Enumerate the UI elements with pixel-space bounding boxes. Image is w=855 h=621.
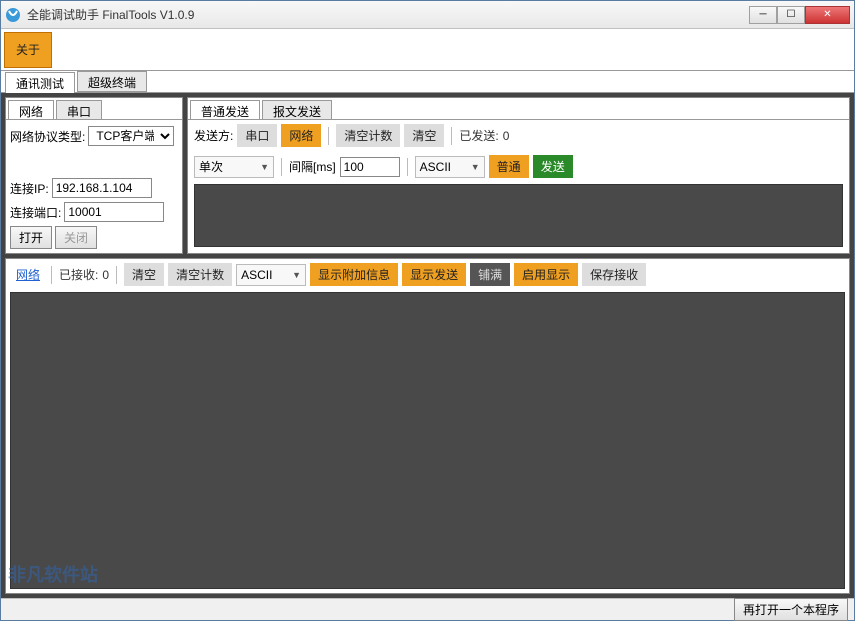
enable-display-button[interactable]: 启用显示: [514, 263, 578, 286]
fill-button[interactable]: 铺满: [470, 263, 510, 286]
titlebar: 全能调试助手 FinalTools V1.0.9 ─ ☐ ✕: [1, 1, 854, 29]
sender-serial-button[interactable]: 串口: [237, 124, 277, 147]
tab-super-terminal[interactable]: 超级终端: [77, 71, 147, 92]
statusbar: 再打开一个本程序: [1, 598, 854, 620]
app-icon: [5, 7, 21, 23]
tab-normal-send[interactable]: 普通发送: [190, 100, 260, 119]
recv-clear-count-button[interactable]: 清空计数: [168, 263, 232, 286]
divider: [328, 127, 329, 145]
connection-panel: 网络 串口 网络协议类型: TCP客户端 连接IP: 连接端口:: [5, 97, 183, 254]
receive-textarea[interactable]: [10, 292, 845, 589]
sender-label: 发送方:: [194, 127, 233, 144]
ip-input[interactable]: [52, 178, 152, 198]
receive-panel: 网络 已接收: 0 清空 清空计数 ASCII▼ 显示附加信息 显示发送 铺满 …: [5, 258, 850, 594]
port-label: 连接端口:: [10, 204, 61, 221]
show-send-button[interactable]: 显示发送: [402, 263, 466, 286]
minimize-button[interactable]: ─: [749, 6, 777, 24]
divider: [51, 266, 52, 284]
close-button-conn[interactable]: 关闭: [55, 226, 97, 249]
main-tabs: 通讯测试 超级终端: [1, 71, 854, 93]
send-panel: 普通发送 报文发送 发送方: 串口 网络 清空计数 清空 已发送: 0: [187, 97, 850, 254]
divider: [407, 158, 408, 176]
format-select[interactable]: ASCII▼: [415, 156, 485, 178]
sent-value: 0: [503, 129, 510, 143]
received-value: 0: [102, 268, 109, 282]
maximize-button[interactable]: ☐: [777, 6, 805, 24]
interval-label: 间隔[ms]: [289, 158, 336, 175]
received-label: 已接收:: [59, 266, 98, 283]
recv-clear-button[interactable]: 清空: [124, 263, 164, 286]
close-button[interactable]: ✕: [805, 6, 850, 24]
protocol-label: 网络协议类型:: [10, 128, 85, 145]
send-textarea[interactable]: [194, 184, 843, 247]
port-input[interactable]: [64, 202, 164, 222]
tab-network[interactable]: 网络: [8, 100, 54, 119]
mode-select[interactable]: 单次▼: [194, 156, 274, 178]
open-button[interactable]: 打开: [10, 226, 52, 249]
save-receive-button[interactable]: 保存接收: [582, 263, 646, 286]
send-button[interactable]: 发送: [533, 155, 573, 178]
recv-format-select[interactable]: ASCII▼: [236, 264, 306, 286]
protocol-select[interactable]: TCP客户端: [88, 126, 174, 146]
ip-label: 连接IP:: [10, 180, 49, 197]
divider: [116, 266, 117, 284]
about-strip: 关于: [1, 29, 854, 71]
tab-comm-test[interactable]: 通讯测试: [5, 72, 75, 93]
sender-network-button[interactable]: 网络: [281, 124, 321, 147]
show-extra-info-button[interactable]: 显示附加信息: [310, 263, 398, 286]
sent-label: 已发送:: [459, 127, 498, 144]
divider: [451, 127, 452, 145]
tab-serial[interactable]: 串口: [56, 100, 102, 119]
tab-packet-send[interactable]: 报文发送: [262, 100, 332, 119]
about-button[interactable]: 关于: [4, 32, 52, 68]
divider: [281, 158, 282, 176]
normal-button[interactable]: 普通: [489, 155, 529, 178]
clear-button[interactable]: 清空: [404, 124, 444, 147]
clear-count-button[interactable]: 清空计数: [336, 124, 400, 147]
recv-network-link[interactable]: 网络: [12, 266, 44, 283]
window-title: 全能调试助手 FinalTools V1.0.9: [27, 6, 749, 23]
interval-input[interactable]: [340, 157, 400, 177]
reopen-button[interactable]: 再打开一个本程序: [734, 598, 848, 621]
